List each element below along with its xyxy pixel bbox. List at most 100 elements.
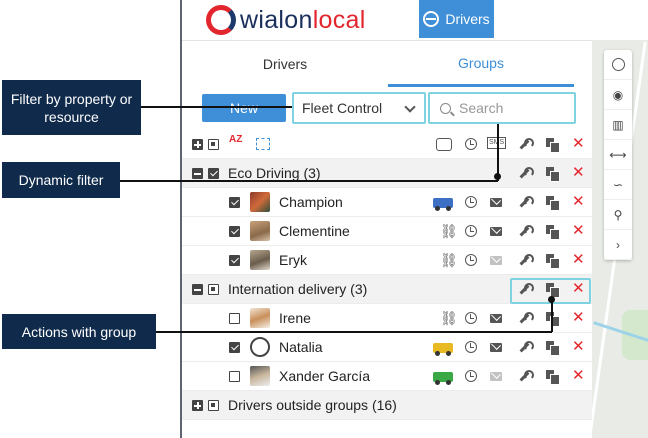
collapse-icon[interactable] — [192, 284, 203, 295]
driver-row-champion[interactable]: Champion ✕ — [182, 188, 594, 217]
unbind-icon[interactable]: ⛓ — [440, 253, 458, 267]
clock-icon[interactable] — [465, 341, 477, 353]
callout-actions-leader-vertical — [551, 300, 553, 332]
driver-checkbox[interactable] — [229, 226, 240, 237]
expand-icon[interactable] — [192, 400, 203, 411]
group-row-drivers-outside-groups[interactable]: Drivers outside groups (16) — [182, 391, 594, 420]
chevron-down-icon — [404, 101, 416, 113]
clock-icon[interactable] — [465, 196, 477, 208]
mail-icon[interactable] — [490, 343, 502, 352]
copy-icon[interactable] — [546, 370, 560, 385]
filter-select[interactable]: Fleet Control — [292, 92, 426, 124]
ruler-icon: ⟷ — [609, 147, 627, 162]
wrench-icon[interactable] — [518, 370, 534, 382]
copy-column-icon[interactable] — [546, 138, 560, 153]
mail-icon[interactable] — [490, 372, 502, 381]
map-expand-button[interactable]: › — [604, 230, 632, 260]
copy-icon[interactable] — [546, 167, 560, 182]
driver-checkbox[interactable] — [229, 313, 240, 324]
delete-icon[interactable]: ✕ — [572, 252, 585, 267]
tab-groups[interactable]: Groups — [388, 41, 574, 87]
copy-icon[interactable] — [546, 225, 560, 240]
group-checkbox[interactable] — [208, 168, 219, 179]
unbind-icon[interactable]: ⛓ — [440, 224, 458, 238]
group-checkbox[interactable] — [208, 400, 219, 411]
delete-icon[interactable]: ✕ — [572, 223, 585, 238]
driver-checkbox[interactable] — [229, 255, 240, 266]
mail-icon[interactable] — [490, 198, 502, 207]
search-input[interactable] — [459, 100, 569, 116]
wrench-icon[interactable] — [518, 312, 534, 324]
avatar — [250, 192, 270, 212]
filter-select-value: Fleet Control — [302, 100, 383, 116]
driver-checkbox[interactable] — [229, 197, 240, 208]
mail-icon[interactable] — [490, 227, 502, 236]
driver-row-natalia[interactable]: Natalia ✕ — [182, 333, 594, 362]
callout-dynamic: Dynamic filter — [2, 162, 120, 198]
map-area[interactable]: ◉ ▥ ⟷ ∽ ⚲ › — [592, 40, 648, 438]
search-box[interactable] — [428, 92, 576, 124]
clock-icon[interactable] — [465, 370, 477, 382]
clock-column-icon[interactable] — [465, 138, 477, 150]
vehicle-column-icon[interactable] — [436, 138, 452, 151]
groups-list: AZ SMS ✕ Eco Driving (3) ✕ — [182, 130, 594, 420]
driver-row-irene[interactable]: Irene ⛓ ✕ — [182, 304, 594, 333]
driver-row-xander-garcia[interactable]: Xander García ✕ — [182, 362, 594, 391]
expand-all-icon[interactable] — [192, 139, 203, 150]
callout-filter-leader — [141, 106, 292, 108]
copy-icon[interactable] — [546, 254, 560, 269]
new-button[interactable]: New — [202, 94, 286, 122]
group-checkbox[interactable] — [208, 284, 219, 295]
truck-blue-icon[interactable] — [433, 198, 453, 211]
delete-icon[interactable]: ✕ — [572, 310, 585, 325]
mail-icon[interactable] — [490, 314, 502, 323]
map-layers-button[interactable]: ▥ — [604, 110, 632, 140]
wrench-icon[interactable] — [518, 254, 534, 266]
bus-green-icon[interactable] — [433, 372, 453, 385]
driver-row-clementine[interactable]: Clementine ⛓ ✕ — [182, 217, 594, 246]
group-row-eco-driving[interactable]: Eco Driving (3) ✕ — [182, 159, 594, 188]
mail-icon[interactable] — [490, 256, 502, 265]
collapse-icon[interactable] — [192, 168, 203, 179]
truck-yellow-icon[interactable] — [433, 343, 453, 356]
driver-checkbox[interactable] — [229, 371, 240, 382]
steering-wheel-icon — [423, 11, 440, 27]
delete-icon[interactable]: ✕ — [572, 339, 585, 354]
copy-icon[interactable] — [546, 341, 560, 356]
wrench-icon[interactable] — [518, 196, 534, 208]
driver-name: Eryk — [279, 252, 307, 268]
search-icon — [611, 58, 625, 71]
map-route-button[interactable]: ∽ — [604, 170, 632, 200]
clock-icon[interactable] — [465, 312, 477, 324]
delete-column-icon[interactable]: ✕ — [572, 136, 585, 151]
map-visibility-button[interactable]: ◉ — [604, 80, 632, 110]
map-geofence-button[interactable]: ⚲ — [604, 200, 632, 230]
wrench-icon[interactable] — [518, 341, 534, 353]
tab-drivers[interactable]: Drivers — [182, 41, 388, 87]
select-all-checkbox[interactable] — [208, 139, 219, 150]
drivers-app-badge[interactable]: Drivers — [419, 0, 494, 38]
clock-icon[interactable] — [465, 254, 477, 266]
callout-actions-leader — [156, 331, 552, 333]
avatar — [250, 250, 270, 270]
route-icon: ∽ — [612, 177, 624, 192]
sort-az-icon[interactable]: AZ — [229, 135, 242, 145]
wrench-icon[interactable] — [518, 225, 534, 237]
hierarchy-icon[interactable] — [256, 138, 270, 150]
delete-icon[interactable]: ✕ — [572, 194, 585, 209]
driver-name: Clementine — [279, 223, 350, 239]
wrench-column-icon[interactable] — [518, 138, 534, 150]
delete-icon[interactable]: ✕ — [572, 368, 585, 383]
driver-row-eryk[interactable]: Eryk ⛓ ✕ — [182, 246, 594, 275]
delete-icon[interactable]: ✕ — [572, 165, 585, 180]
wrench-icon[interactable] — [518, 167, 534, 179]
map-search-button[interactable] — [604, 50, 632, 80]
driver-checkbox[interactable] — [229, 342, 240, 353]
avatar — [250, 308, 270, 328]
unbind-icon[interactable]: ⛓ — [440, 311, 458, 325]
copy-icon[interactable] — [546, 196, 560, 211]
map-ruler-button[interactable]: ⟷ — [604, 140, 632, 170]
driver-name: Irene — [279, 310, 311, 326]
avatar — [250, 366, 270, 386]
clock-icon[interactable] — [465, 225, 477, 237]
